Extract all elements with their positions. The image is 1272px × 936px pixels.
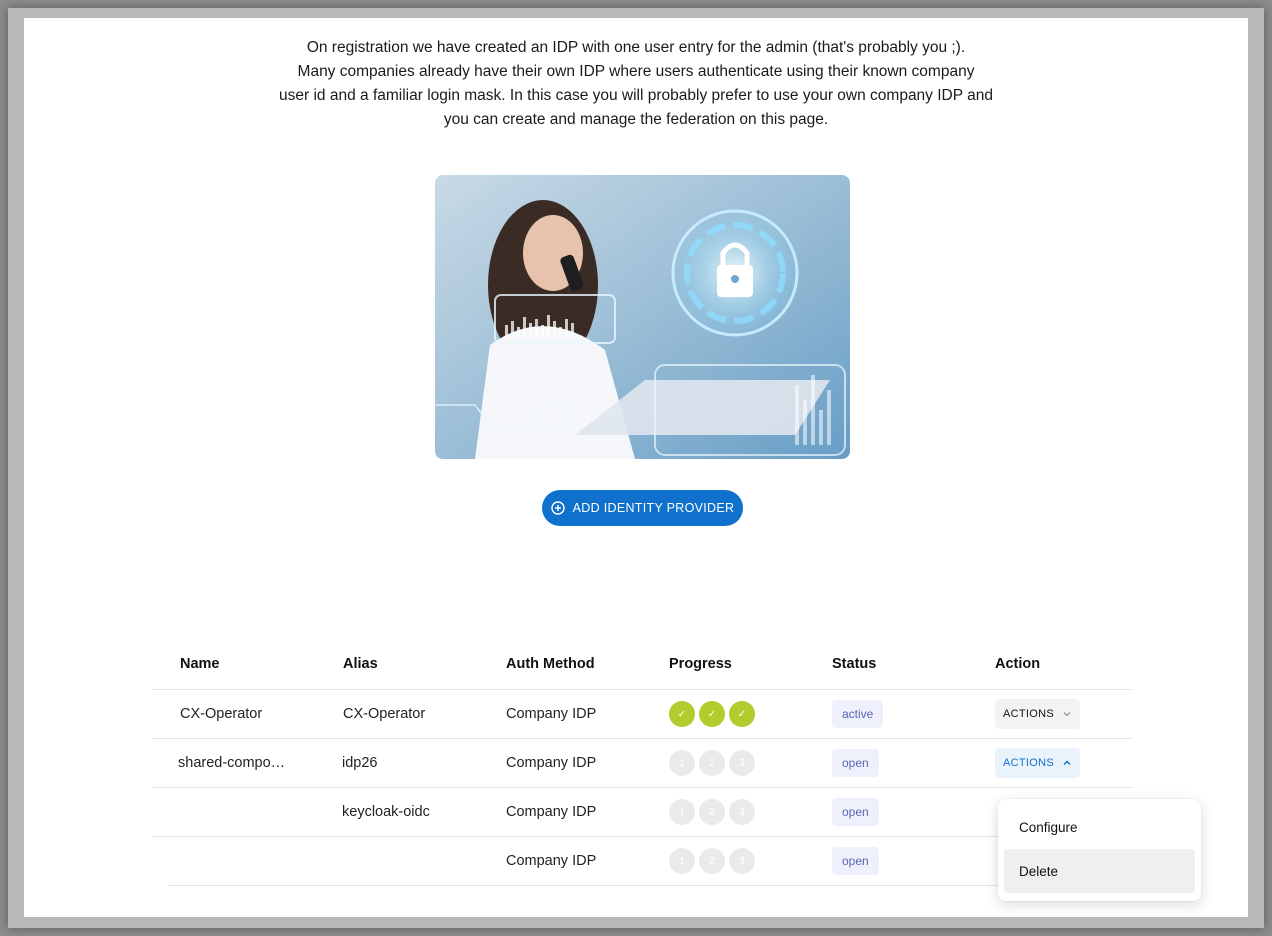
table-row[interactable]: CX-Operator CX-Operator Company IDP ✓ ✓ … <box>152 690 1132 739</box>
intro-line-2: Many companies already have their own ID… <box>297 63 975 80</box>
header-alias: Alias <box>343 656 378 672</box>
step-complete-icon: ✓ <box>699 701 725 727</box>
cell-auth-method: Company IDP <box>506 804 597 820</box>
intro-line-3: user id and a familiar login mask. In th… <box>279 87 993 104</box>
step-complete-icon: ✓ <box>729 701 755 727</box>
progress-steps: 1 2 3 <box>669 799 755 825</box>
status-badge: open <box>832 847 879 875</box>
menu-item-configure[interactable]: Configure <box>1004 805 1195 849</box>
cell-auth-method: Company IDP <box>506 853 597 869</box>
table-row[interactable]: keycloak-oidc Company IDP 1 2 3 open <box>152 788 1132 837</box>
cell-alias: keycloak-oidc <box>342 804 430 820</box>
header-status: Status <box>832 656 877 672</box>
cell-alias: idp26 <box>342 755 378 771</box>
progress-steps: ✓ ✓ ✓ <box>669 701 755 727</box>
step-1: 1 <box>669 848 695 874</box>
table-header: Name Alias Auth Method Progress Status A… <box>152 650 1132 690</box>
cell-name: shared-compo… <box>178 755 286 771</box>
step-complete-icon: ✓ <box>669 701 695 727</box>
add-identity-provider-button[interactable]: ADD IDENTITY PROVIDER <box>542 490 743 526</box>
status-badge: open <box>832 798 879 826</box>
chevron-up-icon <box>1062 758 1072 768</box>
intro-text: On registration we have created an IDP w… <box>24 36 1248 132</box>
actions-menu: Configure Delete <box>998 799 1201 901</box>
cell-name: CX-Operator <box>180 706 263 722</box>
actions-label: ACTIONS <box>1003 757 1054 769</box>
header-action: Action <box>995 656 1041 672</box>
cell-alias: CX-Operator <box>343 706 426 722</box>
hero-image <box>435 175 850 459</box>
header-name: Name <box>180 656 220 672</box>
step-1: 1 <box>669 799 695 825</box>
cell-auth-method: Company IDP <box>506 755 597 771</box>
step-3: 3 <box>729 750 755 776</box>
add-identity-provider-label: ADD IDENTITY PROVIDER <box>572 501 735 515</box>
intro-line-1: On registration we have created an IDP w… <box>306 39 966 56</box>
page-content: On registration we have created an IDP w… <box>24 18 1248 917</box>
table-row[interactable]: Company IDP 1 2 3 open <box>168 837 1132 886</box>
step-2: 2 <box>699 799 725 825</box>
header-progress: Progress <box>669 656 732 672</box>
step-3: 3 <box>729 799 755 825</box>
add-circle-icon <box>550 501 565 515</box>
menu-item-delete[interactable]: Delete <box>1004 849 1195 893</box>
status-badge: open <box>832 749 879 777</box>
progress-steps: 1 2 3 <box>669 750 755 776</box>
progress-steps: 1 2 3 <box>669 848 755 874</box>
chevron-down-icon <box>1062 709 1072 719</box>
actions-button[interactable]: ACTIONS <box>995 699 1080 729</box>
step-2: 2 <box>699 848 725 874</box>
step-1: 1 <box>669 750 695 776</box>
actions-button[interactable]: ACTIONS <box>995 748 1080 778</box>
step-2: 2 <box>699 750 725 776</box>
intro-line-4: you can create and manage the federation… <box>443 111 829 128</box>
table-row[interactable]: shared-compo… idp26 Company IDP 1 2 3 op… <box>152 739 1132 788</box>
step-3: 3 <box>729 848 755 874</box>
header-auth-method: Auth Method <box>506 656 595 672</box>
cell-auth-method: Company IDP <box>506 706 597 722</box>
actions-label: ACTIONS <box>1003 708 1054 720</box>
status-badge: active <box>832 700 884 728</box>
